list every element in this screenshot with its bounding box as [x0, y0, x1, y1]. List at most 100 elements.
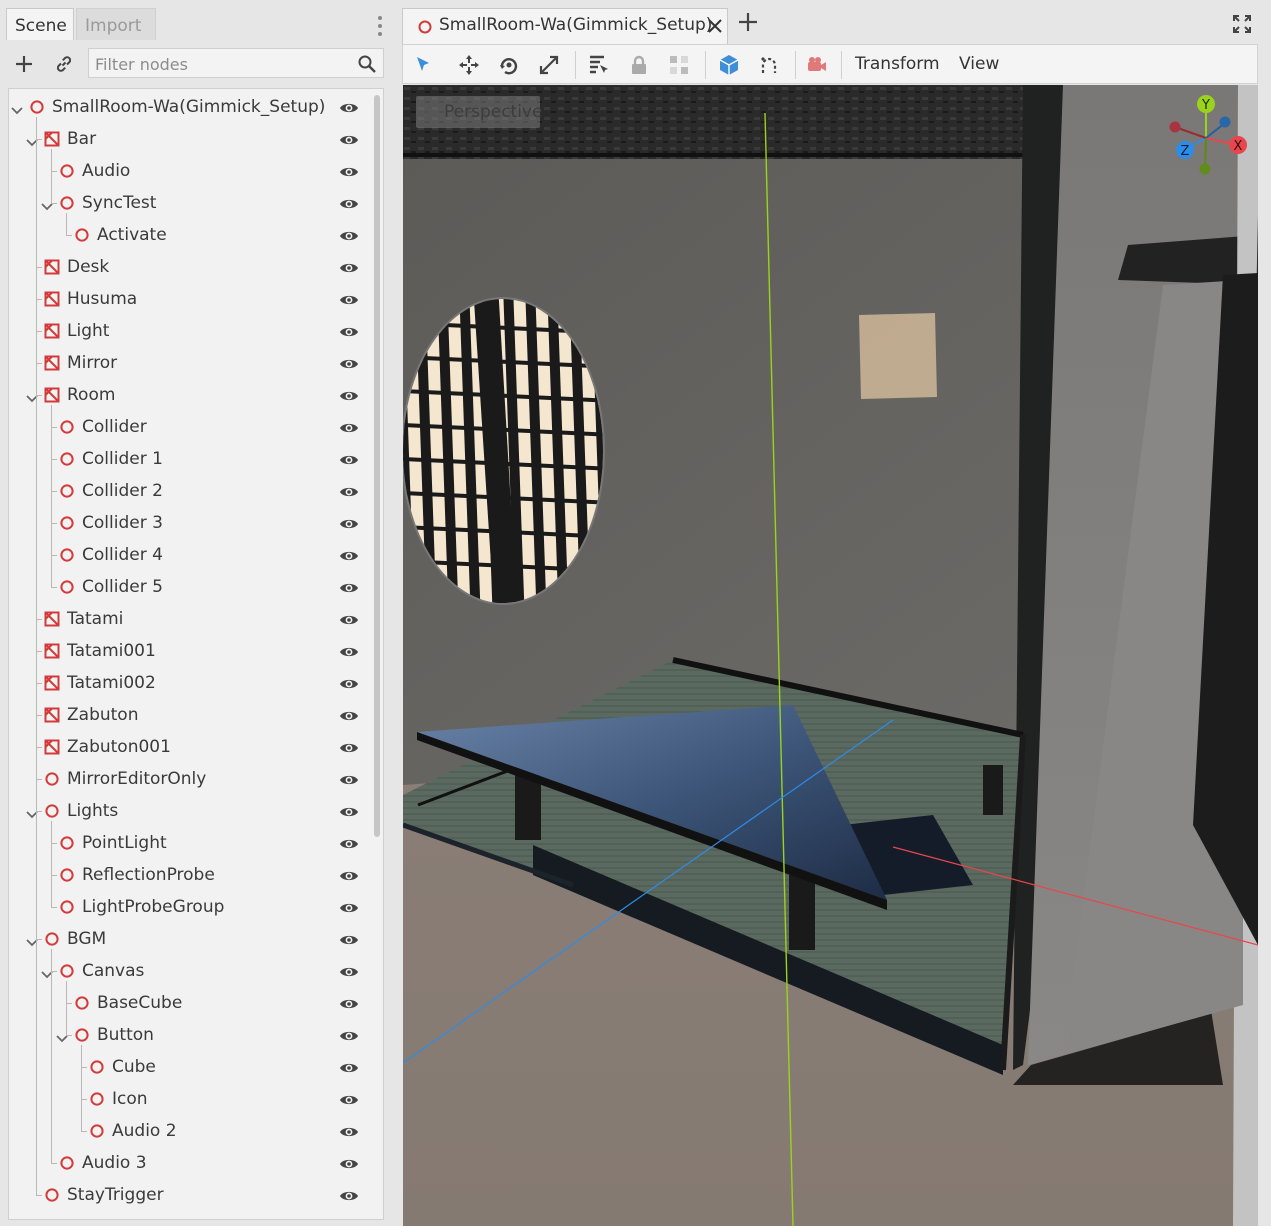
- group-icon[interactable]: [667, 53, 691, 77]
- visibility-eye-icon[interactable]: [339, 388, 359, 402]
- tree-node[interactable]: Collider 5: [9, 571, 358, 603]
- list-select-icon[interactable]: [587, 53, 611, 77]
- tree-node[interactable]: Bar: [9, 123, 358, 155]
- visibility-eye-icon[interactable]: [339, 1124, 359, 1138]
- visibility-eye-icon[interactable]: [339, 804, 359, 818]
- filter-nodes-field[interactable]: [88, 48, 384, 78]
- node-3d-icon: [59, 483, 75, 499]
- tree-guide-line: [51, 587, 57, 588]
- visibility-eye-icon[interactable]: [339, 196, 359, 210]
- transform-menu[interactable]: Transform: [855, 54, 940, 74]
- tree-node[interactable]: Desk: [9, 251, 358, 283]
- visibility-eye-icon[interactable]: [339, 228, 359, 242]
- tree-node[interactable]: BGM: [9, 923, 358, 955]
- tree-node[interactable]: Audio 2: [9, 1115, 358, 1147]
- visibility-eye-icon[interactable]: [339, 580, 359, 594]
- visibility-eye-icon[interactable]: [339, 420, 359, 434]
- tree-node[interactable]: PointLight: [9, 827, 358, 859]
- fullscreen-icon[interactable]: [1232, 14, 1252, 34]
- tree-node[interactable]: Lights: [9, 795, 358, 827]
- visibility-eye-icon[interactable]: [339, 644, 359, 658]
- tree-node[interactable]: ReflectionProbe: [9, 859, 358, 891]
- visibility-eye-icon[interactable]: [339, 356, 359, 370]
- add-node-button[interactable]: [10, 50, 38, 78]
- kebab-icon[interactable]: [372, 14, 388, 38]
- visibility-eye-icon[interactable]: [339, 740, 359, 754]
- tree-node[interactable]: SyncTest: [9, 187, 358, 219]
- axis-gizmo[interactable]: Y X Z: [1161, 93, 1253, 179]
- scale-tool-icon[interactable]: [537, 53, 561, 77]
- tree-node[interactable]: Light: [9, 315, 358, 347]
- tree-node[interactable]: Zabuton001: [9, 731, 358, 763]
- tree-node[interactable]: Tatami: [9, 603, 358, 635]
- tree-node[interactable]: Husuma: [9, 283, 358, 315]
- tree-scrollbar[interactable]: [374, 95, 380, 837]
- tree-node[interactable]: Collider 2: [9, 475, 358, 507]
- visibility-eye-icon[interactable]: [339, 1188, 359, 1202]
- move-tool-icon[interactable]: [457, 53, 481, 77]
- visibility-eye-icon[interactable]: [339, 1028, 359, 1042]
- tree-node[interactable]: Tatami001: [9, 635, 358, 667]
- close-icon[interactable]: [707, 18, 723, 34]
- tree-node[interactable]: Tatami002: [9, 667, 358, 699]
- tree-node[interactable]: Audio: [9, 155, 358, 187]
- tree-node[interactable]: BaseCube: [9, 987, 358, 1019]
- snap-icon[interactable]: [757, 53, 781, 77]
- visibility-eye-icon[interactable]: [339, 452, 359, 466]
- visibility-eye-icon[interactable]: [339, 1156, 359, 1170]
- visibility-eye-icon[interactable]: [339, 260, 359, 274]
- visibility-eye-icon[interactable]: [339, 548, 359, 562]
- tree-node[interactable]: LightProbeGroup: [9, 891, 358, 923]
- add-tab-icon[interactable]: [738, 12, 758, 32]
- visibility-eye-icon[interactable]: [339, 676, 359, 690]
- camera-icon[interactable]: [805, 53, 829, 77]
- instance-scene-button[interactable]: [50, 50, 78, 78]
- tree-node[interactable]: Button: [9, 1019, 358, 1051]
- visibility-eye-icon[interactable]: [339, 708, 359, 722]
- tree-node[interactable]: Collider: [9, 411, 358, 443]
- tree-node[interactable]: Canvas: [9, 955, 358, 987]
- tree-node[interactable]: StayTrigger: [9, 1179, 358, 1211]
- tree-node[interactable]: Collider 4: [9, 539, 358, 571]
- visibility-eye-icon[interactable]: [339, 484, 359, 498]
- visibility-eye-icon[interactable]: [339, 516, 359, 530]
- visibility-eye-icon[interactable]: [339, 836, 359, 850]
- local-space-icon[interactable]: [717, 53, 741, 77]
- rotate-tool-icon[interactable]: [497, 53, 521, 77]
- visibility-eye-icon[interactable]: [339, 868, 359, 882]
- visibility-eye-icon[interactable]: [339, 1060, 359, 1074]
- tree-node[interactable]: Cube: [9, 1051, 358, 1083]
- visibility-eye-icon[interactable]: [339, 324, 359, 338]
- visibility-eye-icon[interactable]: [339, 932, 359, 946]
- tab-import[interactable]: Import: [76, 8, 156, 40]
- tree-node[interactable]: Zabuton: [9, 699, 358, 731]
- visibility-eye-icon[interactable]: [339, 964, 359, 978]
- visibility-eye-icon[interactable]: [339, 292, 359, 306]
- tree-node[interactable]: Icon: [9, 1083, 358, 1115]
- visibility-eye-icon[interactable]: [339, 996, 359, 1010]
- tab-scene[interactable]: Scene: [6, 8, 74, 40]
- tree-node[interactable]: SmallRoom-Wa(Gimmick_Setup): [9, 91, 358, 123]
- visibility-eye-icon[interactable]: [339, 100, 359, 114]
- tree-node[interactable]: Mirror: [9, 347, 358, 379]
- chevron-down-icon[interactable]: [11, 101, 23, 115]
- tree-node[interactable]: Activate: [9, 219, 358, 251]
- filter-input[interactable]: [95, 53, 345, 75]
- visibility-eye-icon[interactable]: [339, 164, 359, 178]
- select-tool-icon[interactable]: [411, 53, 435, 77]
- tree-node[interactable]: MirrorEditorOnly: [9, 763, 358, 795]
- tree-node[interactable]: Room: [9, 379, 358, 411]
- lock-icon[interactable]: [627, 53, 651, 77]
- visibility-eye-icon[interactable]: [339, 132, 359, 146]
- perspective-menu-button[interactable]: Perspective: [416, 96, 542, 128]
- tree-node[interactable]: Collider 3: [9, 507, 358, 539]
- visibility-eye-icon[interactable]: [339, 772, 359, 786]
- scene-tab[interactable]: SmallRoom-Wa(Gimmick_Setup): [402, 8, 728, 44]
- view-menu[interactable]: View: [959, 54, 999, 74]
- visibility-eye-icon[interactable]: [339, 900, 359, 914]
- visibility-eye-icon[interactable]: [339, 612, 359, 626]
- tree-node[interactable]: Audio 3: [9, 1147, 358, 1179]
- visibility-eye-icon[interactable]: [339, 1092, 359, 1106]
- 3d-viewport[interactable]: Y X Z Perspective: [403, 85, 1258, 1226]
- tree-node[interactable]: Collider 1: [9, 443, 358, 475]
